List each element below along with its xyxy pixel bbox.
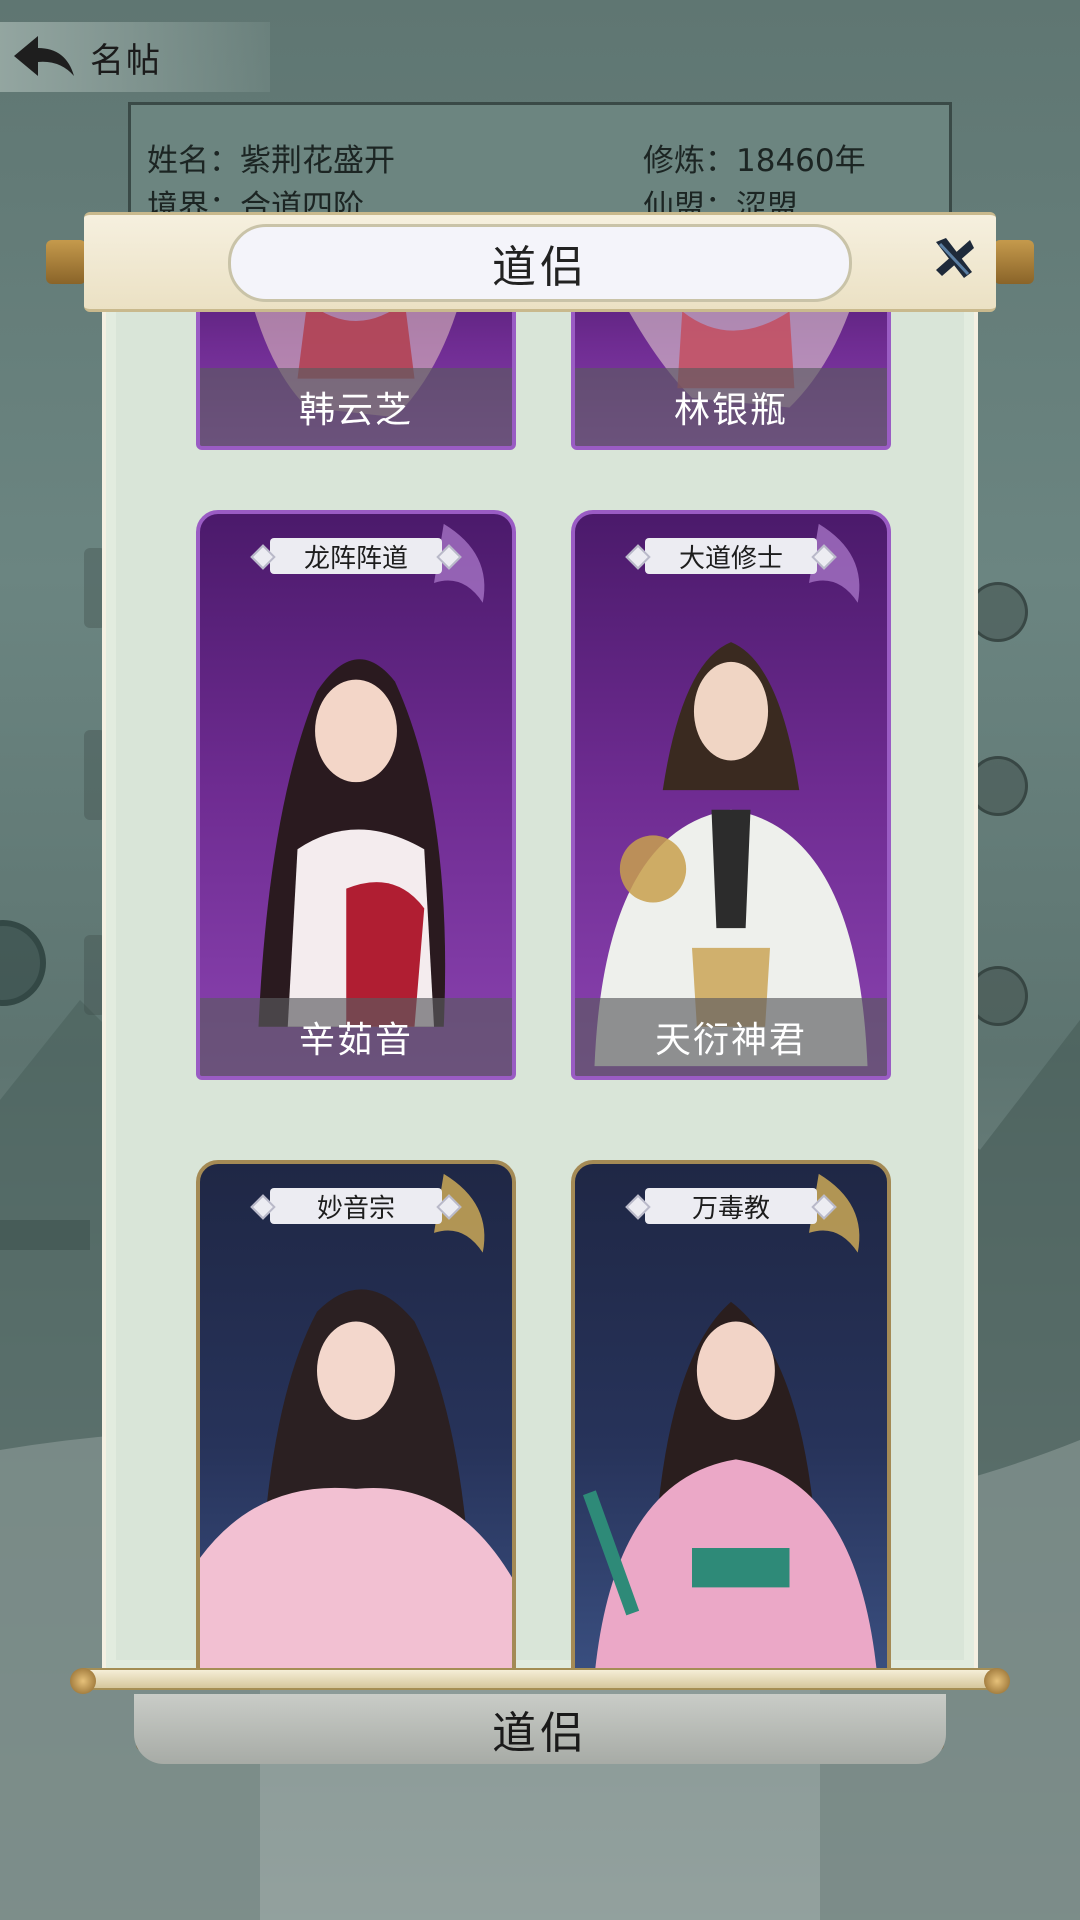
top-bar: 名帖 [0, 22, 270, 92]
sect-tag: 龙阵阵道 [270, 538, 442, 574]
partner-card[interactable]: 万毒教 [571, 1160, 891, 1670]
dialog-title: 道侣 [492, 242, 588, 293]
close-x-icon [936, 238, 974, 278]
sect-tag: 万毒教 [645, 1188, 817, 1224]
partner-card[interactable]: 大道修士 天衍神君 [571, 510, 891, 1080]
sect-tag: 大道修士 [645, 538, 817, 574]
partner-card[interactable]: 妙音宗 [196, 1160, 516, 1670]
bottom-tab-button[interactable]: 道侣 [170, 1694, 910, 1764]
partner-list[interactable]: 韩云芝 林银瓶 龙阵阵道 辛茹音 大道修士 天衍神君 妙音宗 万毒教 [102, 300, 978, 1670]
partner-card[interactable]: 韩云芝 [196, 300, 516, 450]
partner-name: 辛茹音 [200, 998, 512, 1076]
roller-cap-left [70, 1668, 96, 1694]
portrait [258, 523, 485, 1027]
close-button[interactable] [926, 228, 982, 288]
bottom-tab-label: 道侣 [492, 1708, 588, 1759]
partner-name: 林银瓶 [575, 368, 887, 446]
profile-name: 姓名：紫荆花盛开 [147, 143, 395, 179]
back-button[interactable] [0, 22, 90, 92]
dialog-title-plate: 道侣 [228, 224, 852, 302]
partner-name: 韩云芝 [200, 368, 512, 446]
scroll-knob-left [46, 240, 86, 284]
scroll-knob-right [994, 240, 1034, 284]
back-arrow-icon [14, 36, 74, 76]
roller-cap-right [984, 1668, 1010, 1694]
page-title: 名帖 [90, 40, 162, 81]
partner-card[interactable]: 林银瓶 [571, 300, 891, 450]
profile-panel: 姓名：紫荆花盛开 修炼：18460年 境界：合道四阶 仙盟：涩盟 [128, 102, 952, 225]
portrait [200, 1173, 512, 1670]
portrait [582, 1173, 877, 1670]
portrait [594, 523, 868, 1067]
scroll-roller [74, 1668, 1004, 1690]
partner-card[interactable]: 龙阵阵道 辛茹音 [196, 510, 516, 1080]
sect-tag: 妙音宗 [270, 1188, 442, 1224]
profile-cultivation: 修炼：18460年 [643, 143, 866, 179]
partner-name: 天衍神君 [575, 998, 887, 1076]
